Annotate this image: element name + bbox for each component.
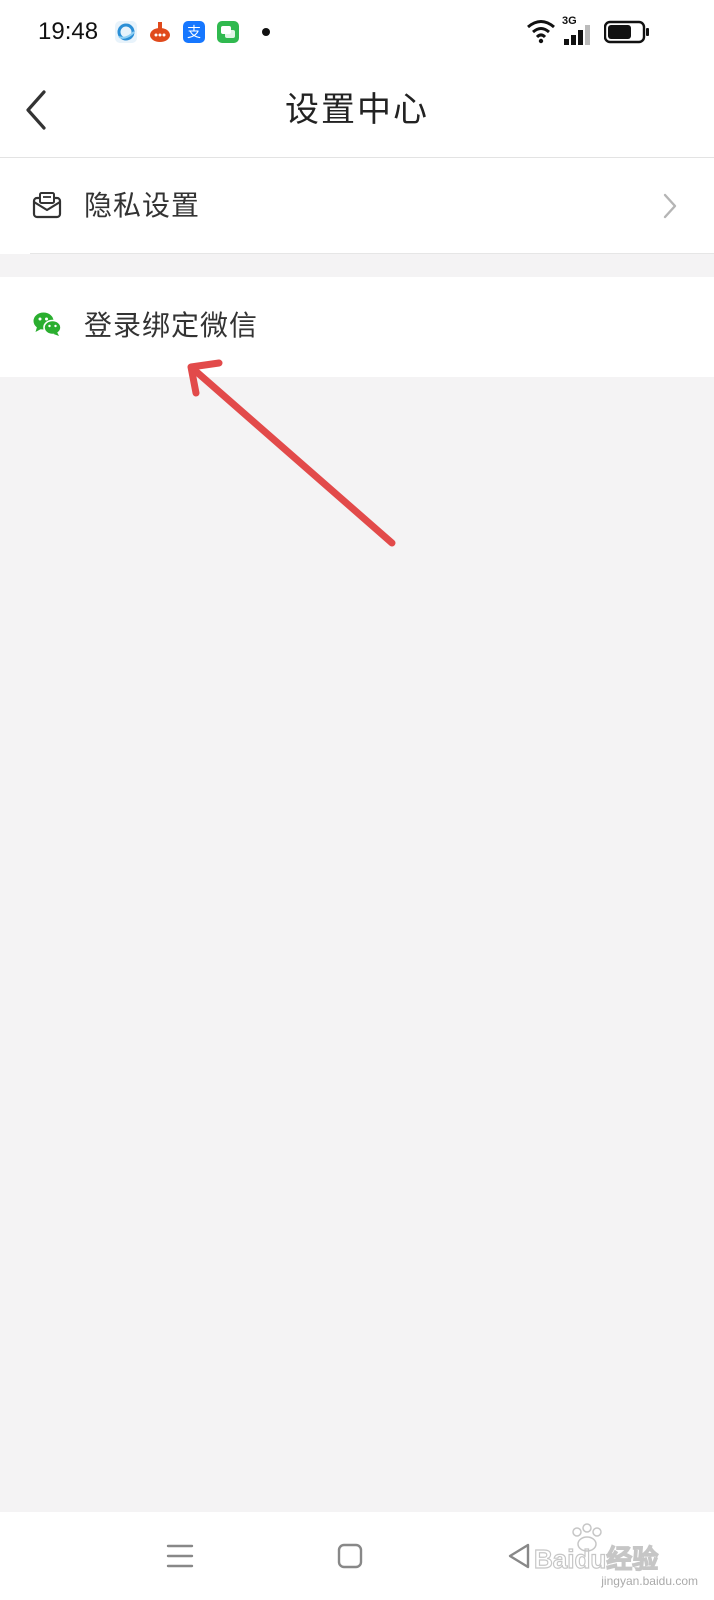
back-triangle-icon[interactable]	[502, 1538, 538, 1574]
browser-icon	[115, 21, 137, 43]
home-icon[interactable]	[332, 1538, 368, 1574]
settings-item-bind-wechat[interactable]: 登录绑定微信	[0, 277, 714, 377]
privacy-envelope-icon	[32, 192, 62, 219]
watermark-url: jingyan.baidu.com	[601, 1574, 698, 1588]
status-bar: 19:48 支 3G	[0, 0, 714, 64]
cellular-signal: 3G	[562, 15, 596, 45]
store-icon	[150, 22, 170, 42]
settings-item-label: 登录绑定微信	[84, 309, 259, 342]
header-bar: 设置中心	[0, 64, 714, 158]
messages-icon	[217, 21, 239, 43]
settings-item-privacy[interactable]: 隐私设置	[0, 158, 714, 254]
chevron-right-icon	[663, 193, 677, 219]
battery-icon	[604, 20, 649, 44]
settings-item-label: 隐私设置	[84, 189, 201, 222]
wifi-icon	[527, 20, 555, 44]
wechat-icon	[33, 312, 62, 336]
menu-icon[interactable]	[162, 1538, 198, 1574]
page-title: 设置中心	[285, 90, 429, 130]
divider	[30, 253, 714, 254]
status-time: 19:48	[38, 18, 99, 45]
notification-dot	[262, 28, 270, 36]
alipay-icon: 支	[183, 21, 205, 43]
signal-bars-icon	[564, 25, 590, 45]
svg-text:支: 支	[187, 25, 201, 41]
